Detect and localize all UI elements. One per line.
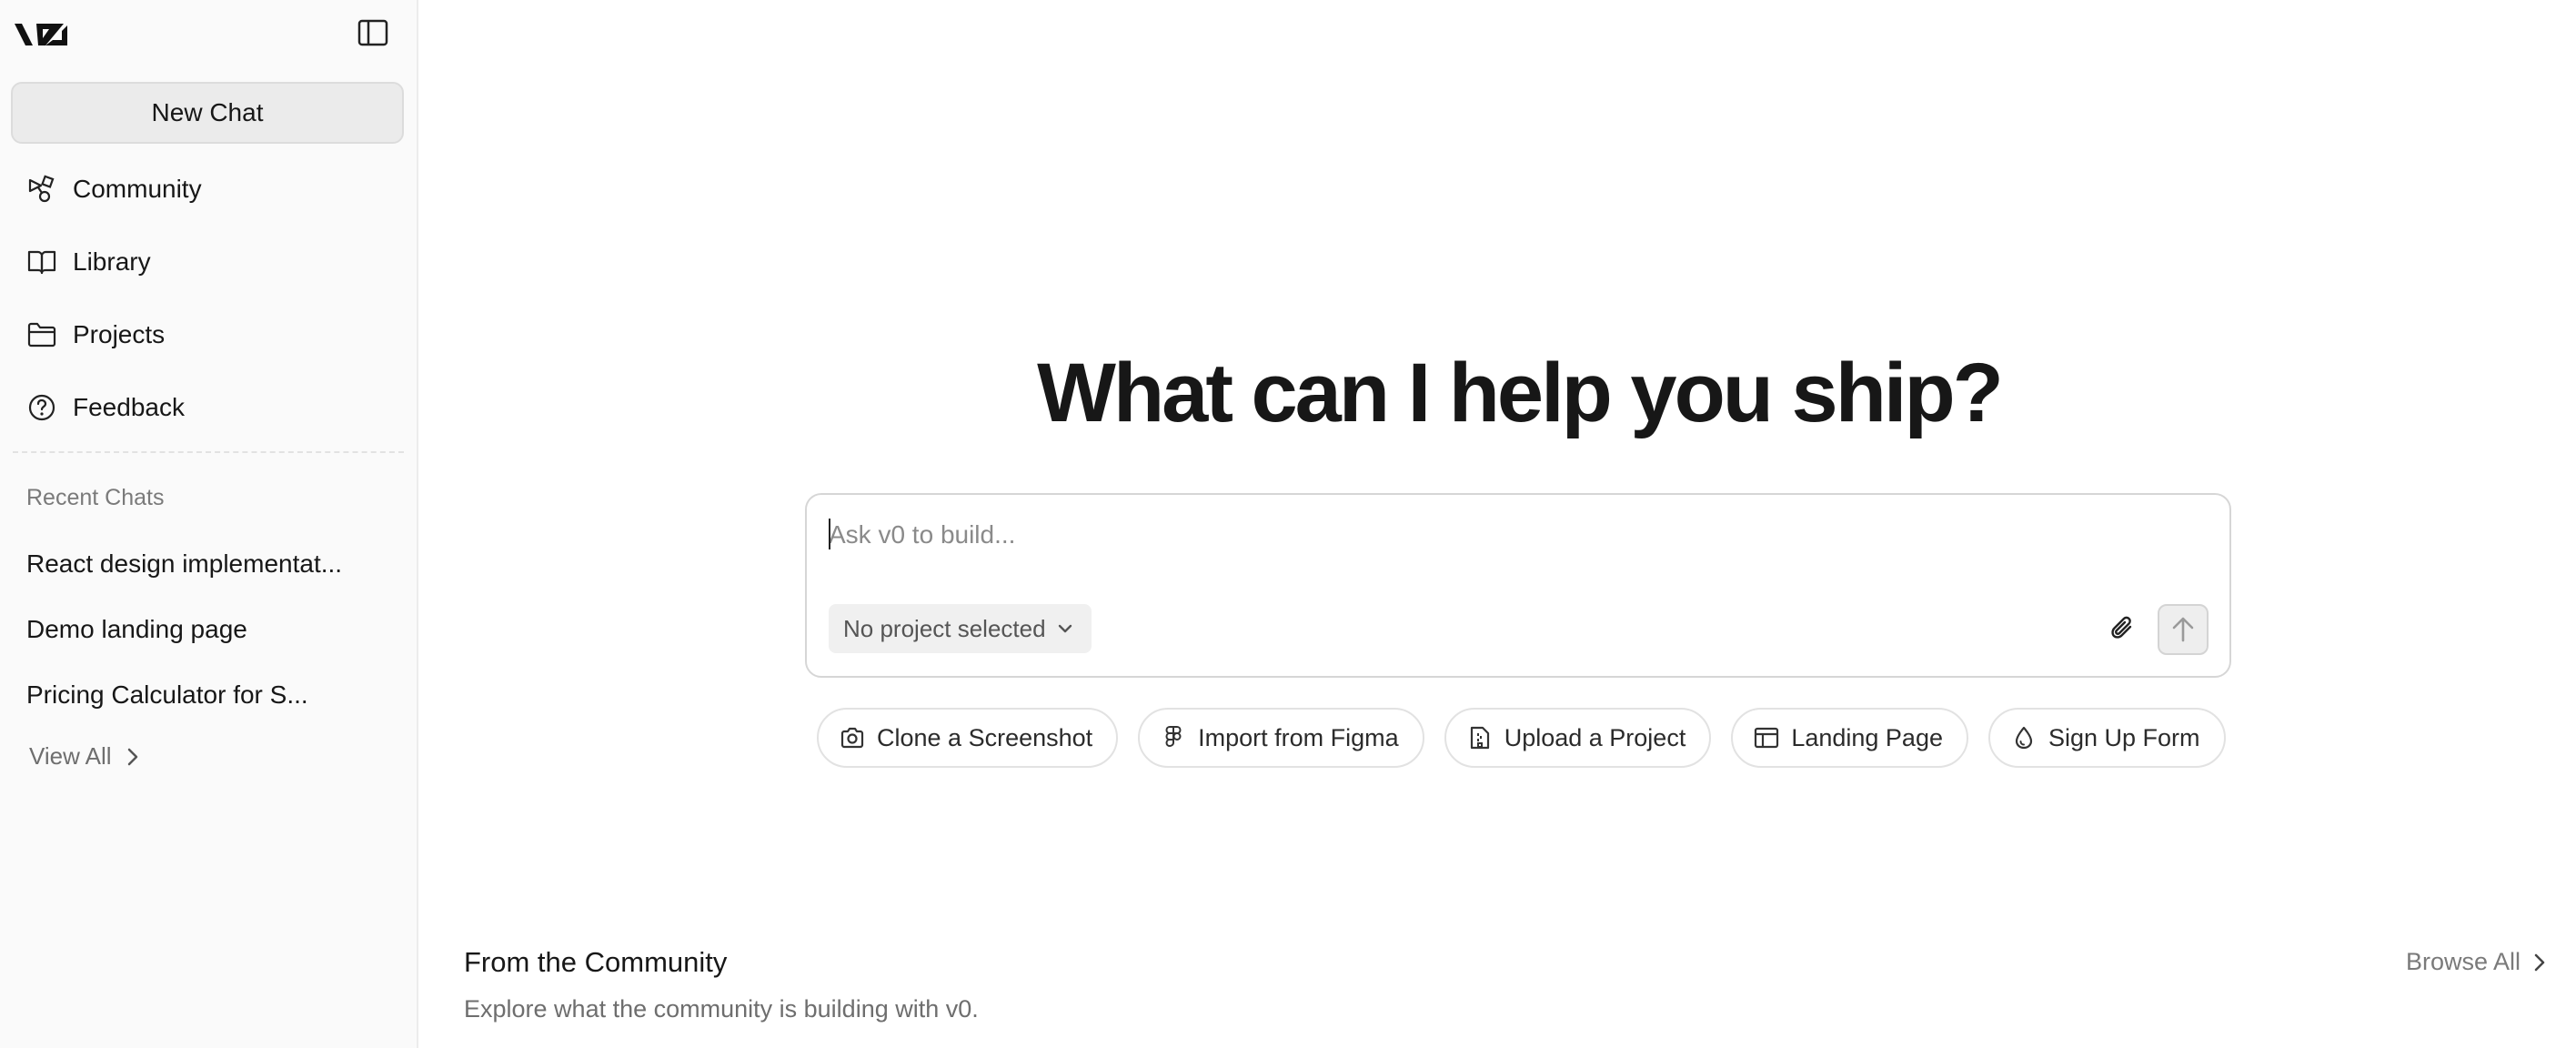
recent-chat-item[interactable]: Pricing Calculator for S... — [11, 662, 404, 728]
suggestion-label: Upload a Project — [1504, 723, 1686, 751]
suggestion-label: Sign Up Form — [2048, 723, 2200, 751]
new-chat-button[interactable]: New Chat — [11, 82, 404, 144]
text-caret — [829, 519, 830, 549]
sidebar-nav: Community Library Projects Feedback — [11, 153, 404, 444]
help-circle-icon — [25, 391, 58, 424]
suggestion-import-figma[interactable]: Import from Figma — [1138, 708, 1424, 768]
sidebar-item-label: Community — [73, 175, 202, 203]
suggestion-chips: Clone a Screenshot Import from Figma Upl… — [817, 708, 2226, 768]
shapes-icon — [25, 173, 58, 206]
recent-chat-item[interactable]: Demo landing page — [11, 597, 404, 662]
prompt-box: No project selected — [805, 493, 2231, 678]
recent-chats-heading: Recent Chats — [26, 485, 165, 510]
sidebar-divider — [13, 451, 404, 453]
sidebar-item-label: Library — [73, 247, 151, 276]
v0-logo[interactable] — [13, 18, 71, 51]
browse-all-link[interactable]: Browse All — [2406, 948, 2546, 976]
chevron-right-icon — [127, 748, 137, 765]
chevron-down-icon — [1058, 624, 1072, 633]
droplet-icon — [2010, 724, 2038, 751]
attach-button[interactable] — [2098, 604, 2148, 653]
layout-icon — [1753, 724, 1780, 751]
page-headline: What can I help you ship? — [1037, 347, 2004, 439]
sidebar-item-projects[interactable]: Projects — [11, 298, 404, 371]
send-button[interactable] — [2158, 604, 2209, 655]
sidebar-item-community[interactable]: Community — [11, 153, 404, 226]
community-section-title: From the Community — [464, 946, 728, 978]
view-all-label: View All — [29, 742, 112, 770]
browse-all-label: Browse All — [2406, 948, 2521, 975]
figma-icon — [1160, 724, 1187, 751]
book-icon — [25, 246, 58, 278]
community-section-subtitle: Explore what the community is building w… — [464, 995, 979, 1023]
recent-chat-item[interactable]: React design implementat... — [11, 531, 404, 597]
camera-icon — [839, 724, 866, 751]
sidebar-item-label: Projects — [73, 320, 166, 348]
chevron-right-icon — [2534, 953, 2545, 971]
project-select-label: No project selected — [843, 614, 1046, 642]
sidebar-toggle-icon — [357, 19, 388, 46]
sidebar-item-feedback[interactable]: Feedback — [11, 371, 404, 444]
suggestion-label: Import from Figma — [1198, 723, 1399, 751]
sidebar-item-library[interactable]: Library — [11, 226, 404, 298]
suggestion-label: Clone a Screenshot — [877, 723, 1093, 751]
suggestion-upload-project[interactable]: Upload a Project — [1444, 708, 1712, 768]
suggestion-landing-page[interactable]: Landing Page — [1731, 708, 1968, 768]
sidebar: New Chat Community Library Projects Feed… — [0, 0, 418, 1048]
suggestion-clone-screenshot[interactable]: Clone a Screenshot — [817, 708, 1119, 768]
suggestion-label: Landing Page — [1791, 723, 1943, 751]
sidebar-toggle-button[interactable] — [355, 16, 391, 49]
suggestion-sign-up-form[interactable]: Sign Up Form — [1987, 708, 2226, 768]
prompt-input[interactable] — [829, 517, 2193, 553]
project-select[interactable]: No project selected — [829, 604, 1092, 653]
arrow-up-icon — [2172, 617, 2194, 642]
view-all-link[interactable]: View All — [29, 742, 139, 771]
recent-chats-list: React design implementat... Demo landing… — [11, 531, 404, 728]
paperclip-icon — [2111, 616, 2132, 639]
sidebar-item-label: Feedback — [73, 393, 185, 421]
file-upload-icon — [1466, 724, 1494, 751]
folder-icon — [25, 318, 58, 351]
